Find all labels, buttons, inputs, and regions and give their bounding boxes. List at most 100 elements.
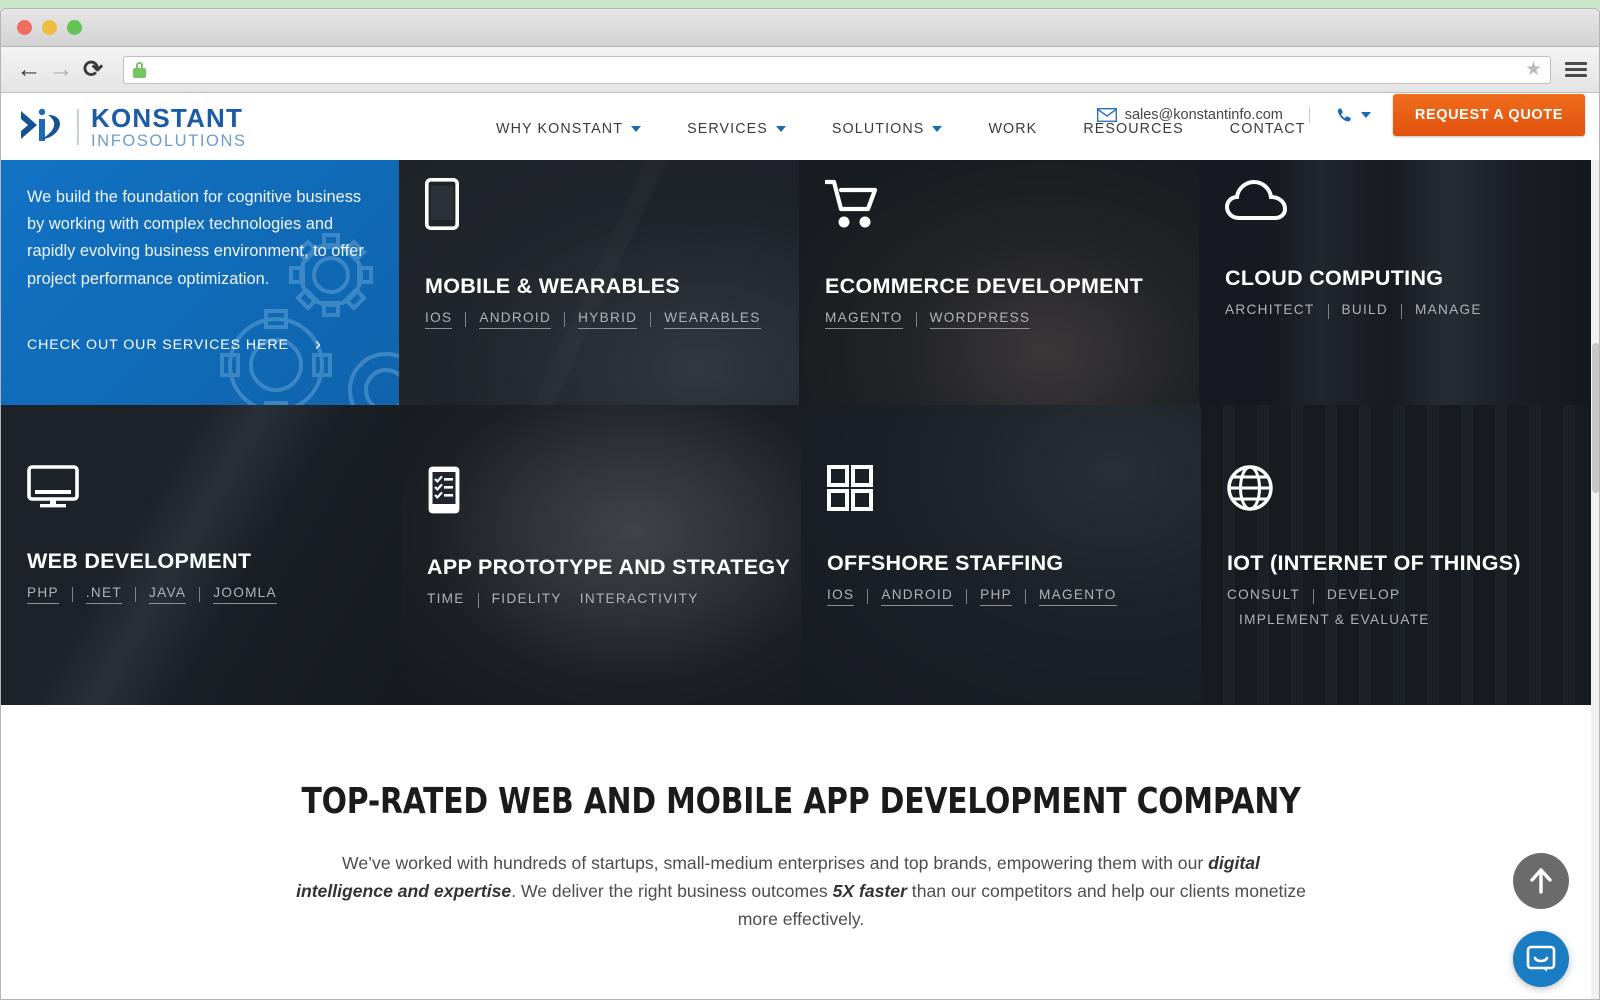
tag[interactable]: PHP: [980, 587, 1012, 606]
intro-panel: We build the foundation for cognitive bu…: [1, 160, 399, 405]
hamburger-menu-icon[interactable]: [1565, 59, 1587, 80]
tag[interactable]: HYBRID: [578, 310, 638, 329]
tile-title: OFFSHORE STAFFING: [827, 551, 1064, 575]
tile-title: MOBILE & WEARABLES: [425, 274, 681, 298]
tag[interactable]: .NET: [85, 585, 123, 604]
tag[interactable]: TIME: [427, 591, 465, 609]
page-scrollbar[interactable]: [1591, 93, 1599, 999]
tag[interactable]: CONSULT: [1227, 587, 1300, 605]
globe-icon: [1227, 465, 1273, 511]
envelope-icon: [1096, 108, 1117, 122]
desktop-monitor-icon: [27, 465, 79, 508]
tag[interactable]: FIDELITY: [492, 591, 562, 609]
tag[interactable]: WEARABLES: [664, 310, 761, 329]
tile-tags: IOS ANDROID PHP MAGENTO: [827, 587, 1185, 606]
about-emphasis-2: 5X faster: [832, 880, 907, 901]
nav-label: SOLUTIONS: [831, 121, 925, 137]
about-text-part2: . We deliver the right business outcomes: [511, 880, 833, 901]
tile-title: IOT (INTERNET OF THINGS): [1227, 551, 1521, 575]
chat-bubble-icon: [1526, 945, 1556, 972]
tile-title: APP PROTOTYPE AND STRATEGY: [427, 555, 791, 579]
page-viewport: KONSTANT INFOSOLUTIONS sales@konstantinf…: [1, 93, 1599, 999]
tile-tags: CONSULT DEVELOP: [1227, 587, 1585, 605]
tile-tags: PHP .NET JAVA JOOMLA: [27, 585, 385, 604]
page-title: TOP-RATED WEB AND MOBILE APP DEVELOPMENT…: [301, 781, 1301, 822]
nav-item-solutions[interactable]: SOLUTIONS: [832, 121, 943, 137]
nav-item-services[interactable]: SERVICES: [687, 121, 786, 137]
tag[interactable]: ARCHITECT: [1225, 302, 1315, 320]
service-tile-cloud-computing[interactable]: CLOUD COMPUTING ARCHITECT BUILD MANAGE: [1199, 160, 1599, 405]
request-a-quote-button[interactable]: REQUEST A QUOTE: [1392, 94, 1585, 136]
scrollbar-thumb[interactable]: [1592, 343, 1599, 493]
tag[interactable]: ANDROID: [479, 310, 552, 329]
tile-title: CLOUD COMPUTING: [1225, 266, 1444, 290]
chevron-down-icon: [932, 126, 943, 132]
service-tile-mobile-wearables[interactable]: MOBILE & WEARABLES IOS ANDROID HYBRID WE…: [399, 160, 799, 405]
service-tile-iot[interactable]: IOT (INTERNET OF THINGS) CONSULT DEVELOP…: [1201, 405, 1599, 705]
tag[interactable]: MANAGE: [1415, 302, 1482, 320]
chat-widget-button[interactable]: [1513, 931, 1569, 987]
tile-tags: TIME FIDELITY INTERACTIVITY: [427, 591, 785, 609]
tag[interactable]: MAGENTO: [1038, 587, 1117, 606]
close-window-button[interactable]: [17, 20, 32, 35]
logo-primary: KONSTANT: [91, 103, 244, 133]
service-tile-app-prototype-strategy[interactable]: APP PROTOTYPE AND STRATEGY TIME FIDELITY…: [401, 405, 801, 705]
service-tile-web-development[interactable]: WEB DEVELOPMENT PHP .NET JAVA JOOMLA: [1, 405, 401, 705]
chevron-down-icon: [1360, 112, 1371, 118]
cloud-icon: [1225, 179, 1287, 220]
divider: [1308, 107, 1310, 123]
tile-title: ECOMMERCE DEVELOPMENT: [825, 274, 1144, 298]
reload-icon[interactable]: ⟳: [77, 54, 109, 86]
phone-dropdown[interactable]: [1336, 107, 1371, 124]
phone-icon: [1337, 107, 1351, 121]
tag[interactable]: IMPLEMENT & EVALUATE: [1239, 612, 1430, 630]
tag[interactable]: DEVELOP: [1327, 587, 1400, 605]
nav-label: WHY KONSTANT: [496, 121, 624, 137]
smartphone-icon: [425, 178, 459, 230]
nav-item-resources[interactable]: RESOURCES: [1083, 121, 1183, 137]
konstant-logo-mark: [21, 109, 60, 142]
tag[interactable]: IOS: [425, 310, 453, 329]
site-header: KONSTANT INFOSOLUTIONS sales@konstantinf…: [1, 93, 1599, 160]
check-services-link[interactable]: CHECK OUT OUR SERVICES HERE ›: [27, 334, 322, 355]
service-tile-ecommerce-development[interactable]: ECOMMERCE DEVELOPMENT MAGENTO WORDPRESS: [799, 160, 1199, 405]
main-navigation: WHY KONSTANT SERVICES SOLUTIONS WORK RES…: [496, 121, 1306, 137]
chevron-right-icon: ›: [314, 334, 322, 354]
chevron-down-icon: [775, 126, 786, 132]
tag[interactable]: MAGENTO: [825, 310, 903, 329]
star-icon[interactable]: ★: [1525, 60, 1542, 79]
browser-toolbar: ← → ⟳ ★: [1, 47, 1599, 93]
logo-secondary: INFOSOLUTIONS: [91, 132, 247, 150]
scroll-to-top-button[interactable]: [1513, 853, 1569, 909]
services-grid: We build the foundation for cognitive bu…: [1, 160, 1599, 705]
maximize-window-button[interactable]: [67, 20, 82, 35]
tag[interactable]: WORDPRESS: [929, 310, 1031, 329]
url-input[interactable]: ★: [123, 55, 1551, 84]
about-section: TOP-RATED WEB AND MOBILE APP DEVELOPMENT…: [1, 705, 1599, 934]
tag[interactable]: PHP: [27, 585, 59, 604]
nav-label: SERVICES: [687, 121, 768, 137]
mobile-checklist-icon: [428, 466, 460, 514]
site-logo[interactable]: KONSTANT INFOSOLUTIONS: [17, 105, 247, 150]
shopping-cart-icon: [825, 179, 878, 228]
browser-titlebar: [1, 9, 1599, 47]
nav-item-why-konstant[interactable]: WHY KONSTANT: [496, 121, 642, 137]
logo-text: KONSTANT INFOSOLUTIONS: [91, 105, 247, 150]
tag[interactable]: BUILD: [1342, 302, 1389, 320]
tag[interactable]: INTERACTIVITY: [580, 591, 699, 609]
nav-item-contact[interactable]: CONTACT: [1230, 121, 1306, 137]
nav-item-work[interactable]: WORK: [988, 121, 1037, 137]
tag[interactable]: JAVA: [149, 585, 187, 604]
grid-squares-icon: [827, 465, 873, 511]
tile-tags-line2: IMPLEMENT & EVALUATE: [1239, 612, 1585, 630]
service-tile-offshore-staffing[interactable]: OFFSHORE STAFFING IOS ANDROID PHP MAGENT…: [801, 405, 1201, 705]
tag[interactable]: JOOMLA: [213, 585, 277, 604]
forward-arrow-icon[interactable]: →: [45, 54, 77, 86]
tag[interactable]: ANDROID: [881, 587, 954, 606]
tile-tags: MAGENTO WORDPRESS: [825, 310, 1183, 329]
tag[interactable]: IOS: [827, 587, 855, 606]
minimize-window-button[interactable]: [42, 20, 57, 35]
logo-divider: [77, 109, 79, 146]
back-arrow-icon[interactable]: ←: [13, 54, 45, 86]
chevron-down-icon: [631, 126, 642, 132]
